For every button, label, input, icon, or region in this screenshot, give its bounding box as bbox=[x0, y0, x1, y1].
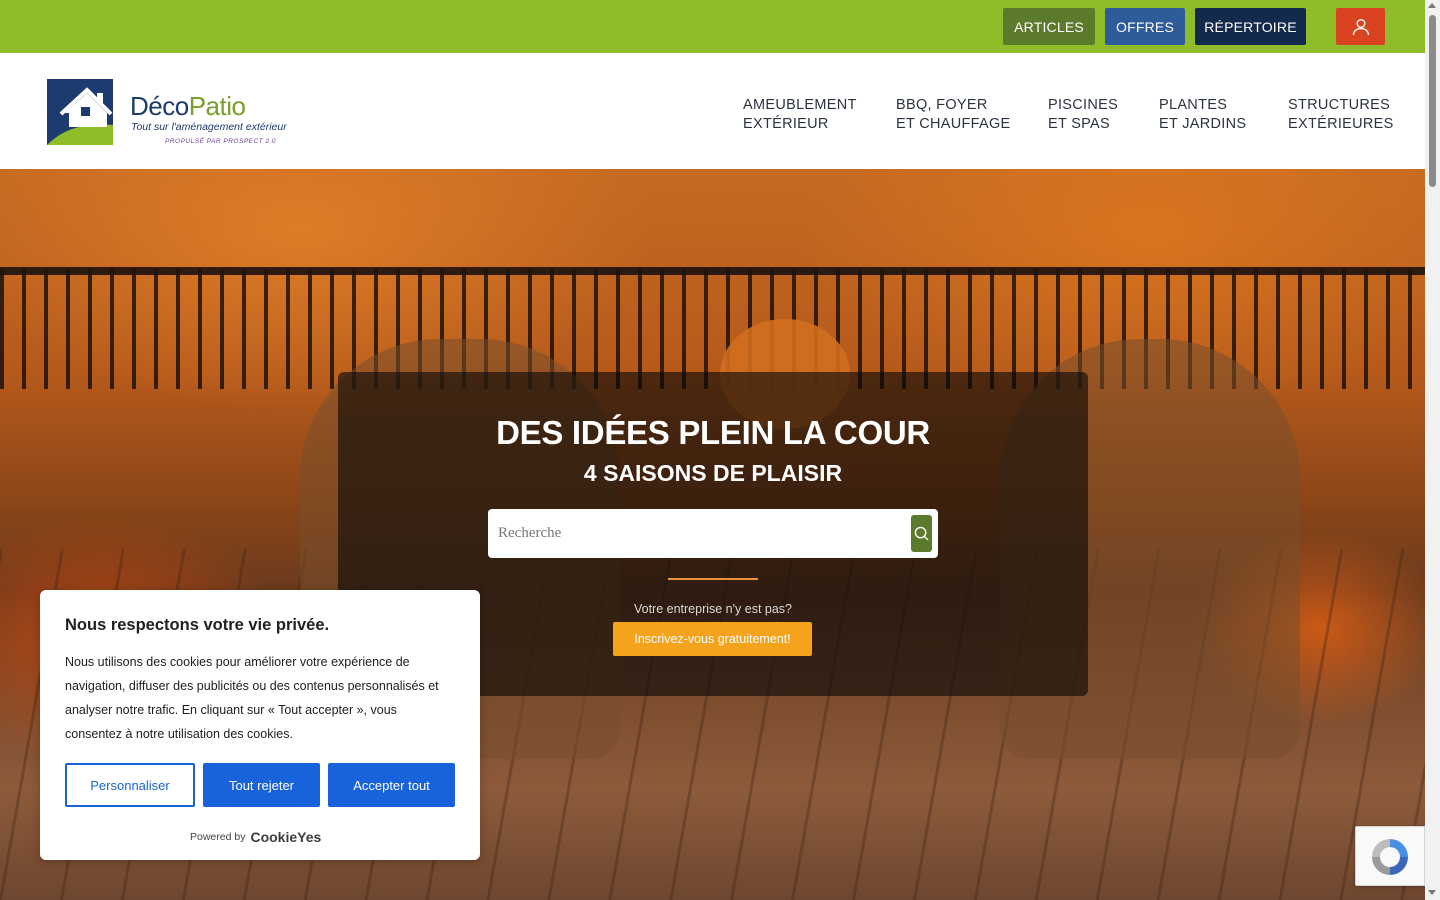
nav-plantes-line2: ET JARDINS bbox=[1159, 116, 1247, 132]
scroll-up-icon[interactable] bbox=[1428, 3, 1436, 8]
repertoire-button[interactable]: RÉPERTOIRE bbox=[1195, 8, 1306, 45]
nav-bbq-line2: ET CHAUFFAGE bbox=[896, 116, 1011, 132]
house-logo-icon bbox=[47, 79, 113, 145]
nav-bbq-line1: BBQ, FOYER bbox=[896, 97, 988, 113]
cookie-accept-button[interactable]: Accepter tout bbox=[328, 763, 455, 807]
powered-by-label: Powered by bbox=[190, 831, 246, 843]
nav-piscines[interactable]: PISCINES ET SPAS bbox=[1048, 96, 1118, 134]
search-input[interactable] bbox=[498, 519, 898, 548]
site-header: DécoPatio Tout sur l'aménagement extérie… bbox=[0, 53, 1425, 169]
page-scrollbar[interactable] bbox=[1425, 0, 1440, 900]
cookie-customize-button[interactable]: Personnaliser bbox=[65, 763, 195, 807]
nav-ameublement[interactable]: AMEUBLEMENT EXTÉRIEUR bbox=[743, 96, 857, 134]
nav-structures-line1: STRUCTURES bbox=[1288, 97, 1391, 113]
search-icon bbox=[914, 526, 929, 541]
search-box bbox=[488, 509, 938, 558]
scroll-down-icon[interactable] bbox=[1428, 890, 1436, 895]
search-button[interactable] bbox=[911, 515, 932, 552]
offres-button[interactable]: OFFRES bbox=[1105, 8, 1185, 45]
logo-tagline: Tout sur l'aménagement extérieur bbox=[131, 121, 287, 133]
cookieyes-brand: CookieYes bbox=[250, 829, 322, 845]
nav-plantes[interactable]: PLANTES ET JARDINS bbox=[1159, 96, 1246, 134]
cookie-banner: Nous respectons votre vie privée. Nous u… bbox=[40, 590, 480, 860]
logo-powered: PROPULSÉ PAR PROSPECT 2.0 bbox=[165, 138, 276, 145]
scroll-thumb[interactable] bbox=[1429, 15, 1436, 187]
user-account-button[interactable] bbox=[1336, 8, 1385, 45]
cookie-title: Nous respectons votre vie privée. bbox=[65, 616, 330, 634]
logo-brand: DécoPatio bbox=[130, 91, 246, 121]
nav-structures-line2: EXTÉRIEURES bbox=[1288, 116, 1394, 132]
cookie-text: Nous utilisons des cookies pour améliore… bbox=[65, 655, 439, 741]
cookie-powered-by[interactable]: Powered by CookieYes bbox=[190, 829, 321, 845]
nav-piscines-line2: ET SPAS bbox=[1048, 116, 1111, 132]
articles-button[interactable]: ARTICLES bbox=[1003, 8, 1095, 45]
cookie-reject-button[interactable]: Tout rejeter bbox=[203, 763, 320, 807]
recaptcha-badge[interactable] bbox=[1355, 826, 1425, 886]
hero-divider bbox=[668, 578, 758, 580]
hero-title: DES IDÉES PLEIN LA COUR bbox=[496, 414, 930, 451]
site-logo[interactable]: DécoPatio Tout sur l'aménagement extérie… bbox=[47, 77, 287, 149]
nav-ameublement-line2: EXTÉRIEUR bbox=[743, 116, 829, 132]
signup-button[interactable]: Inscrivez-vous gratuitement! bbox=[613, 622, 812, 656]
nav-structures[interactable]: STRUCTURES EXTÉRIEURES bbox=[1288, 96, 1394, 134]
top-bar: ARTICLES OFFRES RÉPERTOIRE bbox=[0, 0, 1425, 53]
hero-subtitle: 4 SAISONS DE PLAISIR bbox=[583, 460, 843, 486]
nav-plantes-line1: PLANTES bbox=[1159, 97, 1228, 113]
nav-ameublement-line1: AMEUBLEMENT bbox=[743, 97, 857, 113]
nav-bbq[interactable]: BBQ, FOYER ET CHAUFFAGE bbox=[896, 96, 1011, 134]
nav-piscines-line1: PISCINES bbox=[1048, 97, 1119, 113]
user-icon bbox=[1352, 18, 1369, 35]
recaptcha-icon bbox=[1372, 839, 1408, 875]
